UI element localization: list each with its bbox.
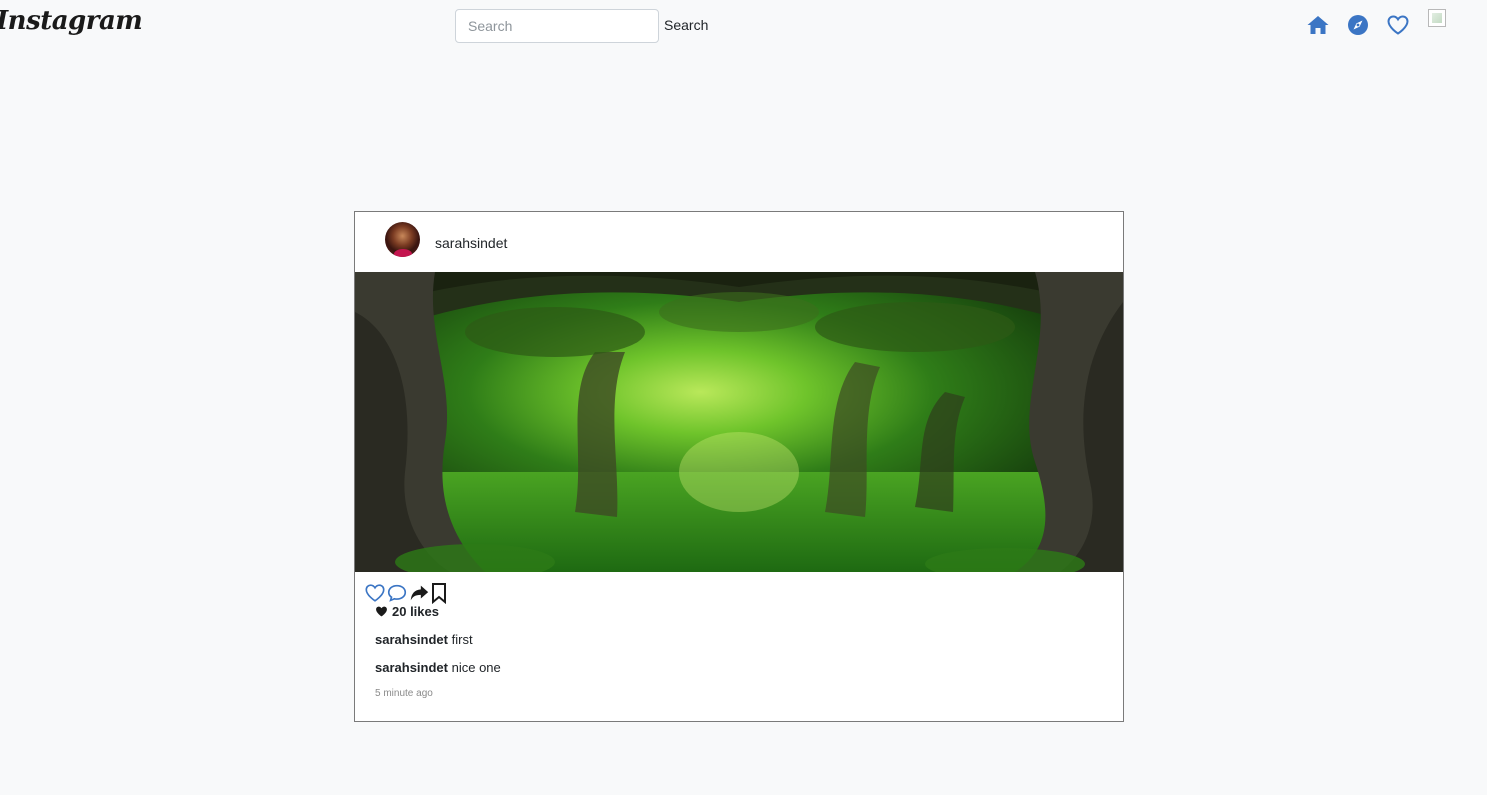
comment-item: sarahsindet first: [375, 632, 473, 647]
comment-text: nice one: [451, 660, 501, 675]
post-header: sarahsindet: [355, 212, 1123, 272]
heart-icon[interactable]: [1386, 13, 1410, 37]
post-timestamp: 5 minute ago: [375, 688, 433, 699]
likes-count: 20 likes: [375, 604, 439, 619]
post-card: sarahsindet 20 likes sarahsindet first s…: [354, 211, 1124, 722]
likes-label: 20 likes: [392, 604, 439, 619]
profile-avatar-image[interactable]: [1428, 9, 1446, 27]
post-author-avatar[interactable]: [385, 222, 420, 257]
explore-icon[interactable]: [1346, 13, 1370, 37]
post-image[interactable]: [355, 272, 1123, 572]
search-button[interactable]: Search: [664, 17, 708, 33]
likes-heart-icon: [375, 605, 388, 618]
like-icon[interactable]: [364, 582, 386, 604]
share-icon[interactable]: [408, 582, 430, 604]
post-username[interactable]: sarahsindet: [435, 235, 507, 251]
comment-username[interactable]: sarahsindet: [375, 660, 448, 675]
post-actions: [364, 582, 448, 604]
comment-text: first: [451, 632, 473, 647]
home-icon[interactable]: [1306, 13, 1330, 37]
top-navbar: Instagram Search: [0, 0, 1487, 52]
bookmark-icon[interactable]: [430, 582, 448, 604]
comment-username[interactable]: sarahsindet: [375, 632, 448, 647]
brand-logo[interactable]: Instagram: [0, 6, 143, 36]
search-input[interactable]: [455, 9, 659, 43]
comment-item: sarahsindet nice one: [375, 660, 501, 675]
comment-icon[interactable]: [386, 582, 408, 604]
